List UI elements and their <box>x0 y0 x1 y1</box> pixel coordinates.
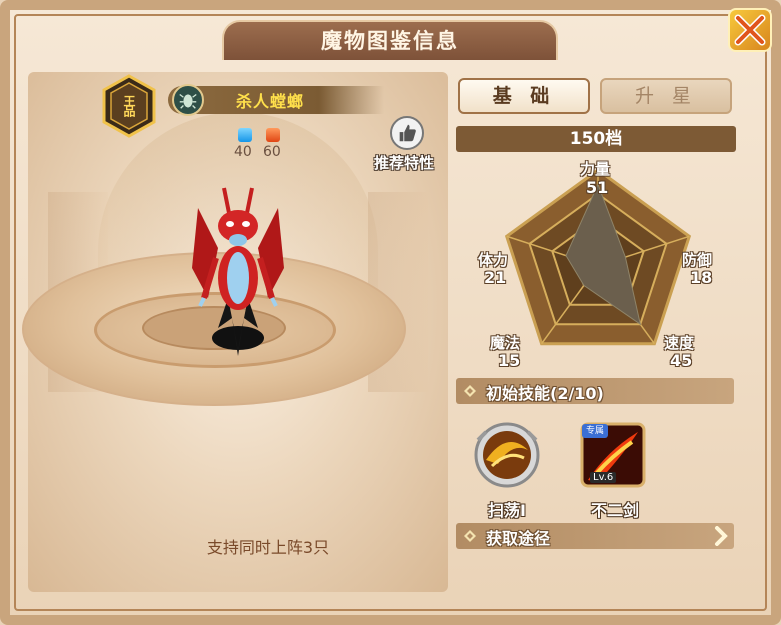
acquire-source-label: 获取途径 <box>486 529 551 548</box>
stat-magic-label: 魔法 <box>490 334 521 352</box>
monster-sprite[interactable] <box>178 178 298 358</box>
tab-star-up[interactable]: 升 星 <box>600 78 732 114</box>
skill-1-name: 扫荡I <box>488 501 526 520</box>
monster-name: 杀人螳螂 <box>236 92 305 111</box>
blue-gem-icon <box>238 128 252 142</box>
skill-2-name: 不二剑 <box>590 501 639 520</box>
recommend-trait-label[interactable]: 推荐特性 <box>374 152 434 173</box>
grade-badge-icon: 王品 <box>102 74 156 138</box>
exclusive-badge: 专属 <box>582 424 608 438</box>
beetle-emblem-icon <box>172 84 204 116</box>
window-title: 魔物图鉴信息 <box>222 20 558 60</box>
diamond-icon <box>464 385 476 397</box>
red-gem-icon <box>266 128 280 142</box>
close-x-icon <box>734 14 766 46</box>
level-bar: 150档 <box>456 126 736 152</box>
stat-speed-value: 45 <box>670 351 693 370</box>
stat-strength-label: 力量 <box>580 160 611 178</box>
acquire-source-button[interactable]: 获取途径 <box>456 523 734 549</box>
red-gem-value: 60 <box>263 144 281 160</box>
skill-level-label: Lv.6 <box>590 472 617 483</box>
initial-skills-label: 初始技能(2/10) <box>486 384 604 403</box>
stat-defense-value: 18 <box>690 268 713 287</box>
initial-skills-header: 初始技能(2/10) <box>456 378 734 404</box>
stat-stamina-label: 体力 <box>478 251 509 269</box>
stat-defense-label: 防御 <box>682 251 713 269</box>
stat-stamina-value: 21 <box>484 268 507 287</box>
skill-sweep-icon[interactable] <box>472 420 542 490</box>
blue-gem-value: 40 <box>234 144 252 160</box>
stat-strength-value: 51 <box>586 178 609 197</box>
deploy-limit-note: 支持同时上阵3只 <box>206 538 330 557</box>
stat-magic-value: 15 <box>498 351 521 370</box>
thumbs-up-icon[interactable] <box>390 116 424 150</box>
tab-basic[interactable]: 基 础 <box>458 78 590 114</box>
close-button[interactable] <box>728 8 772 52</box>
diamond-icon <box>464 530 476 542</box>
stat-speed-label: 速度 <box>664 334 695 352</box>
grade-text: 王品 <box>122 95 136 118</box>
chevron-right-icon <box>715 526 728 546</box>
